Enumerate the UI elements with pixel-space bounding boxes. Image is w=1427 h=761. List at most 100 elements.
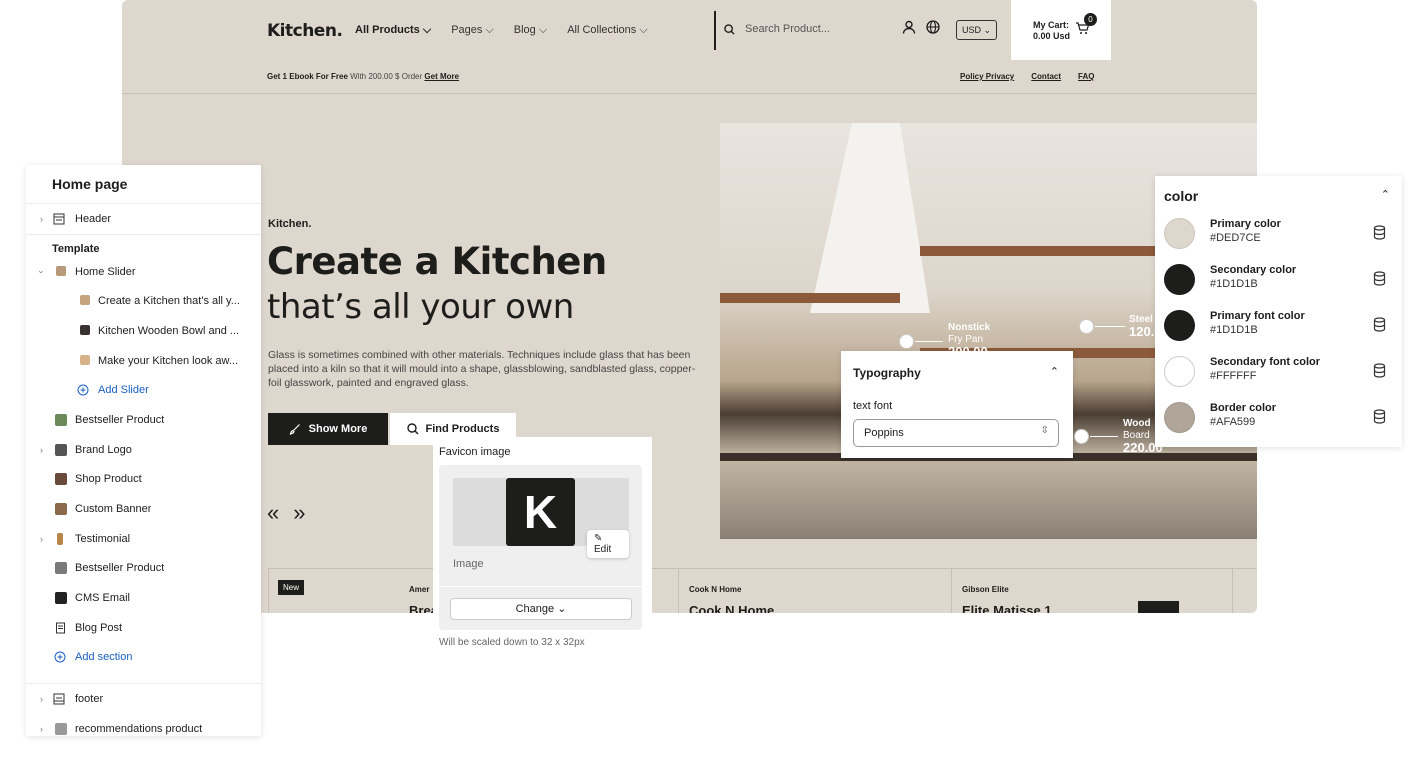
currency-select[interactable]: USD ⌄ <box>956 20 998 40</box>
sidebar-item-recommendations[interactable]: › recommendations product <box>26 714 261 736</box>
slide-item[interactable]: Create a Kitchen that's all y... <box>26 286 261 316</box>
product-brand: Gibson Elite <box>962 585 1009 594</box>
hotspot-line <box>915 341 943 342</box>
add-slider-button[interactable]: Add Slider <box>26 375 261 405</box>
chevron-right-icon[interactable]: › <box>40 445 43 455</box>
hero-kicker: Kitchen. <box>268 218 312 230</box>
search-box[interactable]: Search Product... <box>724 23 830 35</box>
slider-prev-arrow[interactable]: « <box>267 500 279 526</box>
nav-blog[interactable]: Blog ⌵ <box>514 24 547 37</box>
sidebar-item-label: Testimonial <box>75 532 131 545</box>
product-card[interactable]: Cook N Home Cook N Home <box>678 569 958 613</box>
sidebar-item-blog-post[interactable]: Blog Post <box>26 613 261 643</box>
product-brand: Amer <box>409 585 430 594</box>
nav-all-products[interactable]: All Products ⌵ <box>355 24 431 37</box>
product-title: Cook N Home <box>689 603 775 613</box>
slider-next-arrow[interactable]: » <box>293 500 305 526</box>
color-swatch[interactable] <box>1164 402 1195 433</box>
link-faq[interactable]: FAQ <box>1078 72 1094 81</box>
link-contact[interactable]: Contact <box>1031 72 1061 81</box>
plus-circle-icon <box>77 384 89 396</box>
hotspot-line <box>1090 436 1118 437</box>
sidebar-item-shop-product[interactable]: Shop Product <box>26 465 261 495</box>
brand-logo-icon <box>55 443 67 456</box>
chevron-right-icon[interactable]: › <box>40 694 43 704</box>
sidebar-item-header[interactable]: › Header <box>26 204 261 234</box>
cart-label: My Cart: <box>1033 20 1070 30</box>
product-card[interactable]: Gibson Elite Elite Matisse 1 <box>951 569 1232 613</box>
database-icon[interactable] <box>1373 409 1386 424</box>
show-more-button[interactable]: Show More <box>268 413 388 445</box>
promo-link[interactable]: Get More <box>424 72 459 81</box>
database-icon[interactable] <box>1373 271 1386 286</box>
site-preview: Kitchen. All Products ⌵ Pages ⌵ Blog ⌵ A… <box>122 0 1257 613</box>
database-icon[interactable] <box>1373 317 1386 332</box>
color-row[interactable]: Secondary color #1D1D1B <box>1164 260 1394 300</box>
hotspot-line <box>1095 326 1125 327</box>
product-card[interactable] <box>1232 569 1257 613</box>
hotspot-nonstick[interactable] <box>899 334 914 349</box>
color-row[interactable]: Primary color #DED7CE <box>1164 214 1394 254</box>
account-icon[interactable] <box>902 20 916 34</box>
chevron-up-icon[interactable]: ⌃ <box>1381 188 1390 201</box>
hotspot-steel[interactable] <box>1079 319 1094 334</box>
shop-product-icon <box>55 473 67 486</box>
typography-title: Typography <box>853 366 921 380</box>
sidebar-item-bestseller[interactable]: Bestseller Product <box>26 405 261 435</box>
nav-pages[interactable]: Pages ⌵ <box>451 24 494 37</box>
change-button[interactable]: Change ⌄ <box>450 598 632 620</box>
sidebar-item-footer[interactable]: › footer <box>26 684 261 714</box>
product-thumb <box>1138 601 1179 613</box>
nav-all-collections[interactable]: All Collections ⌵ <box>567 24 647 37</box>
color-value: #1D1D1B <box>1210 324 1258 336</box>
chevron-right-icon[interactable]: › <box>40 214 43 224</box>
footer-section-icon <box>53 693 65 705</box>
sidebar-item-label: Custom Banner <box>75 503 152 516</box>
sidebar-item-cms-email[interactable]: CMS Email <box>26 583 261 613</box>
chevron-down-icon[interactable]: › <box>37 270 47 273</box>
favicon-card: K ✎ Edit Image Change ⌄ <box>439 465 642 630</box>
site-logo[interactable]: Kitchen. <box>267 21 343 41</box>
bestseller-icon <box>55 413 67 426</box>
chevron-right-icon[interactable]: › <box>40 534 43 544</box>
sidebar-item-custom-banner[interactable]: Custom Banner <box>26 494 261 524</box>
slider-thumb-icon <box>56 265 66 276</box>
divider <box>26 672 261 685</box>
image-label: Image <box>453 558 484 570</box>
top-links: Policy Privacy Contact FAQ <box>960 72 1095 81</box>
color-row[interactable]: Border color #AFA599 <box>1164 398 1394 438</box>
database-icon[interactable] <box>1373 225 1386 240</box>
color-swatch[interactable] <box>1164 310 1195 341</box>
slide-item[interactable]: Make your Kitchen look aw... <box>26 346 261 376</box>
color-row[interactable]: Primary font color #1D1D1B <box>1164 306 1394 346</box>
text-font-select[interactable]: Poppins ⇳ <box>853 419 1059 447</box>
color-swatch[interactable] <box>1164 264 1195 295</box>
slide-item[interactable]: Kitchen Wooden Bowl and ... <box>26 316 261 346</box>
cart-total: 0.00 Usd <box>1033 31 1071 41</box>
main-nav: All Products ⌵ Pages ⌵ Blog ⌵ All Collec… <box>355 24 668 37</box>
chevron-right-icon[interactable]: › <box>40 724 43 734</box>
edit-button[interactable]: ✎ Edit <box>587 530 629 558</box>
range-hood <box>810 123 930 313</box>
add-section-label: Add section <box>75 651 133 664</box>
sidebar-item-bestseller-2[interactable]: Bestseller Product <box>26 554 261 584</box>
color-swatch[interactable] <box>1164 218 1195 249</box>
color-swatch[interactable] <box>1164 356 1195 387</box>
sidebar-item-brand-logo[interactable]: › Brand Logo <box>26 435 261 465</box>
header-icons <box>902 20 940 34</box>
brush-icon <box>289 424 300 435</box>
link-policy-privacy[interactable]: Policy Privacy <box>960 72 1014 81</box>
hotspot-wood[interactable] <box>1074 429 1089 444</box>
cart-widget[interactable]: My Cart: 0.00 Usd 0 <box>1011 0 1111 60</box>
color-row[interactable]: Secondary font color #FFFFFF <box>1164 352 1394 392</box>
divider <box>439 586 642 587</box>
database-icon[interactable] <box>1373 363 1386 378</box>
change-label: Change <box>515 603 555 615</box>
plus-circle-icon <box>54 651 66 663</box>
chevron-up-icon[interactable]: ⌃ <box>1050 365 1059 378</box>
globe-icon[interactable] <box>926 20 940 34</box>
sidebar-item-home-slider[interactable]: › Home Slider <box>26 257 261 287</box>
sidebar-item-testimonial[interactable]: › Testimonial <box>26 524 261 554</box>
search-divider <box>714 11 716 50</box>
add-section-button[interactable]: Add section <box>26 643 261 673</box>
